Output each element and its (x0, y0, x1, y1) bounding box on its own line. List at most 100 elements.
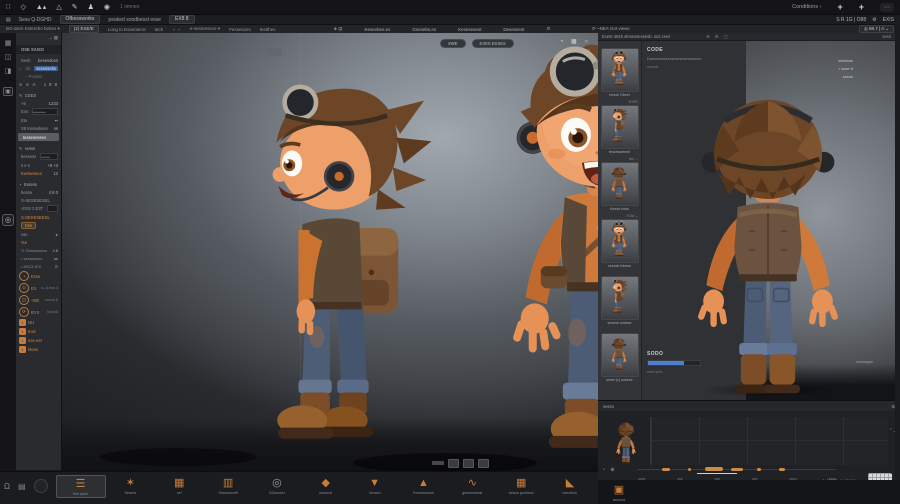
dock-item-tiles[interactable]: ▦ besxw goddess (497, 475, 545, 498)
toolbar-item[interactable]: Sess Q-DGHD (19, 17, 52, 23)
tool-option[interactable]: (2) EXE/E (69, 25, 99, 34)
panel-row[interactable]: ⌂ (8) sesessebs (16, 64, 61, 72)
thumbnail-image[interactable] (601, 219, 639, 263)
panel-header-icons[interactable]: ⌄ ▦ (16, 33, 61, 43)
panel-row[interactable]: S-SESESEESL (16, 213, 61, 221)
panel-row[interactable]: ✎ sesss (16, 144, 61, 152)
panel-row[interactable]: ✎ GSES (16, 91, 61, 99)
dock-item-hands[interactable]: ∿ gessexesesf (448, 475, 496, 498)
panel-row[interactable]: bessess ▬▬ (16, 152, 61, 161)
tool-option[interactable]: Long to Essenterot (108, 27, 146, 32)
shading-mode-pill[interactable]: EXES ESSES (472, 39, 514, 48)
asset-panel-header-icons[interactable]: ⊕ ⚙ ▢ (706, 34, 730, 39)
timeline-character-thumb[interactable] (606, 419, 646, 467)
timeline-keyframe-marker[interactable] (757, 468, 761, 471)
panel-row[interactable]: Ete ▪▪ (16, 116, 61, 124)
tool-option[interactable]: e-sessresece ▾ (190, 26, 220, 32)
viewport-bottom-chips[interactable] (432, 459, 489, 468)
magnet-icon[interactable]: Ω (4, 482, 10, 491)
viewport-tab[interactable]: Desessest (503, 27, 524, 32)
panel-row[interactable]: Ese (16, 221, 61, 230)
panel-row[interactable]: ▪ Moxe (16, 345, 61, 354)
timeline-keyframe-marker[interactable] (705, 467, 723, 471)
pen-tool-icon[interactable]: ✎ (72, 3, 78, 11)
dock-item-world[interactable]: ◎ GGsesser (253, 475, 301, 498)
variant-thumbnail[interactable]: tex ⌄ Keesb bobs (601, 157, 638, 211)
frame-icon[interactable]: ▣ (3, 87, 13, 96)
character-back-view[interactable] (672, 79, 864, 415)
panel-row[interactable]: +5 1233 (16, 99, 61, 107)
panel-row[interactable]: xse ▸ (16, 230, 61, 238)
tool-option[interactable]: BG-deck Esterebo bebes ▾ (6, 26, 60, 32)
viewport-tab[interactable]: Kesesesest (458, 27, 481, 32)
peaks-logo-icon[interactable]: ▲▴ (36, 3, 46, 11)
dock-item-materials[interactable]: ▦ sef (155, 475, 203, 498)
tool-option[interactable]: testthes (260, 27, 276, 32)
tool-option[interactable]: ⌄ ⌄ (172, 26, 181, 32)
tool-option[interactable]: tech (155, 27, 164, 32)
panel-row[interactable]: Ewssessce 12 (16, 169, 61, 177)
tabs-gear-icon[interactable]: ⚙ (546, 26, 550, 32)
dock-item-extra[interactable]: ▣ sesexxs (604, 482, 634, 502)
layers-icon[interactable]: ◫ (5, 53, 12, 61)
thumbnail-image[interactable] (601, 48, 639, 92)
menu-grid-icon[interactable]: ∷ (6, 3, 10, 11)
panel-row[interactable]: -EXS 1 E3T (16, 204, 61, 213)
panel-row[interactable]: – Posses (16, 72, 61, 80)
thumbnail-image[interactable] (601, 162, 639, 206)
toolbar-item[interactable]: peaked soodbesst esse (108, 17, 161, 23)
variant-thumbnail[interactable]: seset (x) sobese (601, 328, 638, 382)
panel-row[interactable]: %e (16, 238, 61, 246)
variant-thumbnail[interactable]: EXd ⌄ sesesb fobess (601, 214, 638, 268)
panel-row[interactable]: ▪ NU (16, 318, 61, 327)
character-side-view[interactable] (273, 87, 432, 439)
add-button[interactable]: + (837, 2, 842, 12)
timeline-track[interactable] (638, 469, 836, 476)
timeline-keyframe-marker[interactable] (662, 468, 670, 471)
grid-snap-icon[interactable]: ▤ (18, 482, 26, 491)
viewport-corner-icons[interactable]: ◔ ▦ ○ (560, 38, 591, 45)
timeline-keyframe-marker[interactable] (688, 468, 692, 471)
panel-row[interactable]: ◔ Essess (16, 180, 61, 188)
panel-row[interactable]: • 80/23 870 ⊙ (16, 262, 61, 270)
panel-row[interactable]: ⊙ ⊙ ⊙ c 8 8 (16, 80, 61, 88)
timeline-grid[interactable] (650, 417, 888, 465)
variant-thumbnail[interactable]: EXE0 tessessebesf (601, 100, 638, 154)
rig-figure-icon[interactable]: ♟ (88, 3, 94, 11)
panel-row[interactable]: ⊙ Gessessess 4 8 (16, 246, 61, 254)
panel-row[interactable]: ▪ mxk (16, 327, 61, 336)
main-viewport[interactable]: SWE EXES ESSES ◔ ▦ ○ ESS (62, 33, 598, 471)
timeline-keyframe-marker[interactable] (779, 468, 785, 471)
dock-item-inspect[interactable]: ☰ Kse spect (56, 475, 106, 498)
dock-item-creature[interactable]: ✶ Sesxes (106, 475, 154, 498)
panel-row[interactable]: ⟳ BYS hests8 (16, 306, 61, 318)
panel-row[interactable]: S-SESESESEL (16, 196, 61, 204)
dock-item-shirt[interactable]: ▲ Fessesessso (399, 475, 447, 498)
character-front-view[interactable] (512, 45, 598, 448)
pin-icon[interactable]: ◉ (104, 3, 110, 11)
panel-row[interactable]: ▪ vos-ess (16, 336, 61, 345)
target-icon[interactable]: ◎ (2, 214, 14, 226)
viewport-tab[interactable]: Kesevbes.es (365, 27, 391, 32)
flask-icon[interactable]: △ (56, 3, 61, 11)
outliner-icon[interactable]: ▦ (5, 39, 12, 47)
tool-option[interactable]: Fessesces (229, 27, 251, 32)
variant-thumbnail[interactable]: bessh Obext (601, 43, 638, 97)
dock-item-vest[interactable]: ▼ Vessed (351, 475, 399, 498)
orbit-tool-icon[interactable] (34, 479, 48, 493)
panel-row[interactable]: Exs ▬▬▬ (16, 107, 61, 116)
fps-chip[interactable]: ◎ 88.7 | A ⌄ (859, 25, 894, 34)
conditions-menu[interactable]: Conditions › (792, 4, 821, 10)
panel-row[interactable]: besse 4 8 0 (16, 188, 61, 196)
add-button-2[interactable]: + (859, 2, 864, 12)
thumbnail-image[interactable] (601, 105, 639, 149)
dock-item-shield[interactable]: ◆ sessccd (302, 475, 350, 498)
overflow-menu-icon[interactable]: ⋯ (880, 3, 894, 12)
diamond-logo-icon[interactable]: ◇ (20, 3, 25, 11)
panel-row[interactable]: • sesbesses ss (16, 254, 61, 262)
timeline-keyframe-marker[interactable] (731, 468, 743, 471)
panel-row[interactable]: OSE SAISO (16, 45, 61, 54)
panel-row[interactable]: S8 Kessebses ss (16, 124, 61, 132)
gear-icon[interactable]: ⚙ (872, 17, 876, 23)
toolbar-item[interactable]: Ofbessworks (60, 15, 101, 24)
